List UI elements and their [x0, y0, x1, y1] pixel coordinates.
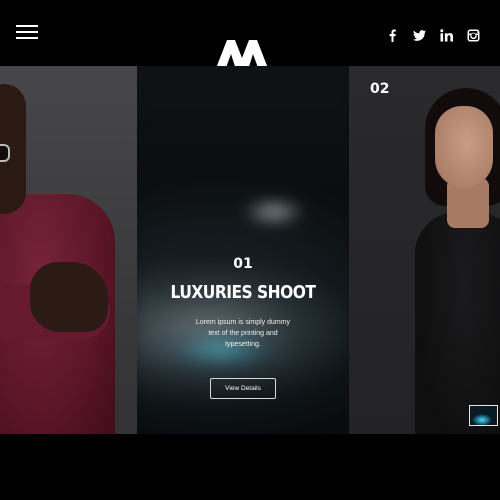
twitter-icon[interactable]	[413, 29, 426, 42]
social-links	[386, 29, 480, 42]
slide-panel-right[interactable]: 02	[349, 66, 500, 434]
hamburger-menu-icon[interactable]	[16, 25, 38, 39]
model-dress-image	[415, 212, 500, 434]
linkedin-icon[interactable]	[440, 29, 453, 42]
car-thumbnail[interactable]	[469, 405, 498, 426]
model-hand-image	[30, 262, 108, 332]
slide-number: 01	[233, 256, 253, 272]
menu-line	[16, 37, 38, 39]
menu-line	[16, 25, 38, 27]
model-head-image	[0, 84, 26, 214]
model-face-image	[435, 106, 493, 188]
view-details-button[interactable]: View Details	[210, 378, 276, 399]
menu-line	[16, 31, 38, 33]
slide-caption: 01 LUXURIES SHOOT Lorem ipsum is simply …	[137, 256, 349, 399]
instagram-icon[interactable]	[467, 29, 480, 42]
slide-panel-left[interactable]	[0, 66, 137, 434]
slide-number-right: 02	[370, 81, 390, 97]
glasses-image	[0, 144, 10, 162]
slide-title: LUXURIES SHOOT	[170, 282, 316, 303]
slide-description: Lorem ipsum is simply dummy text of the …	[195, 319, 291, 348]
slide-panel-center[interactable]: 01 LUXURIES SHOOT Lorem ipsum is simply …	[137, 66, 349, 434]
facebook-icon[interactable]	[386, 29, 399, 42]
